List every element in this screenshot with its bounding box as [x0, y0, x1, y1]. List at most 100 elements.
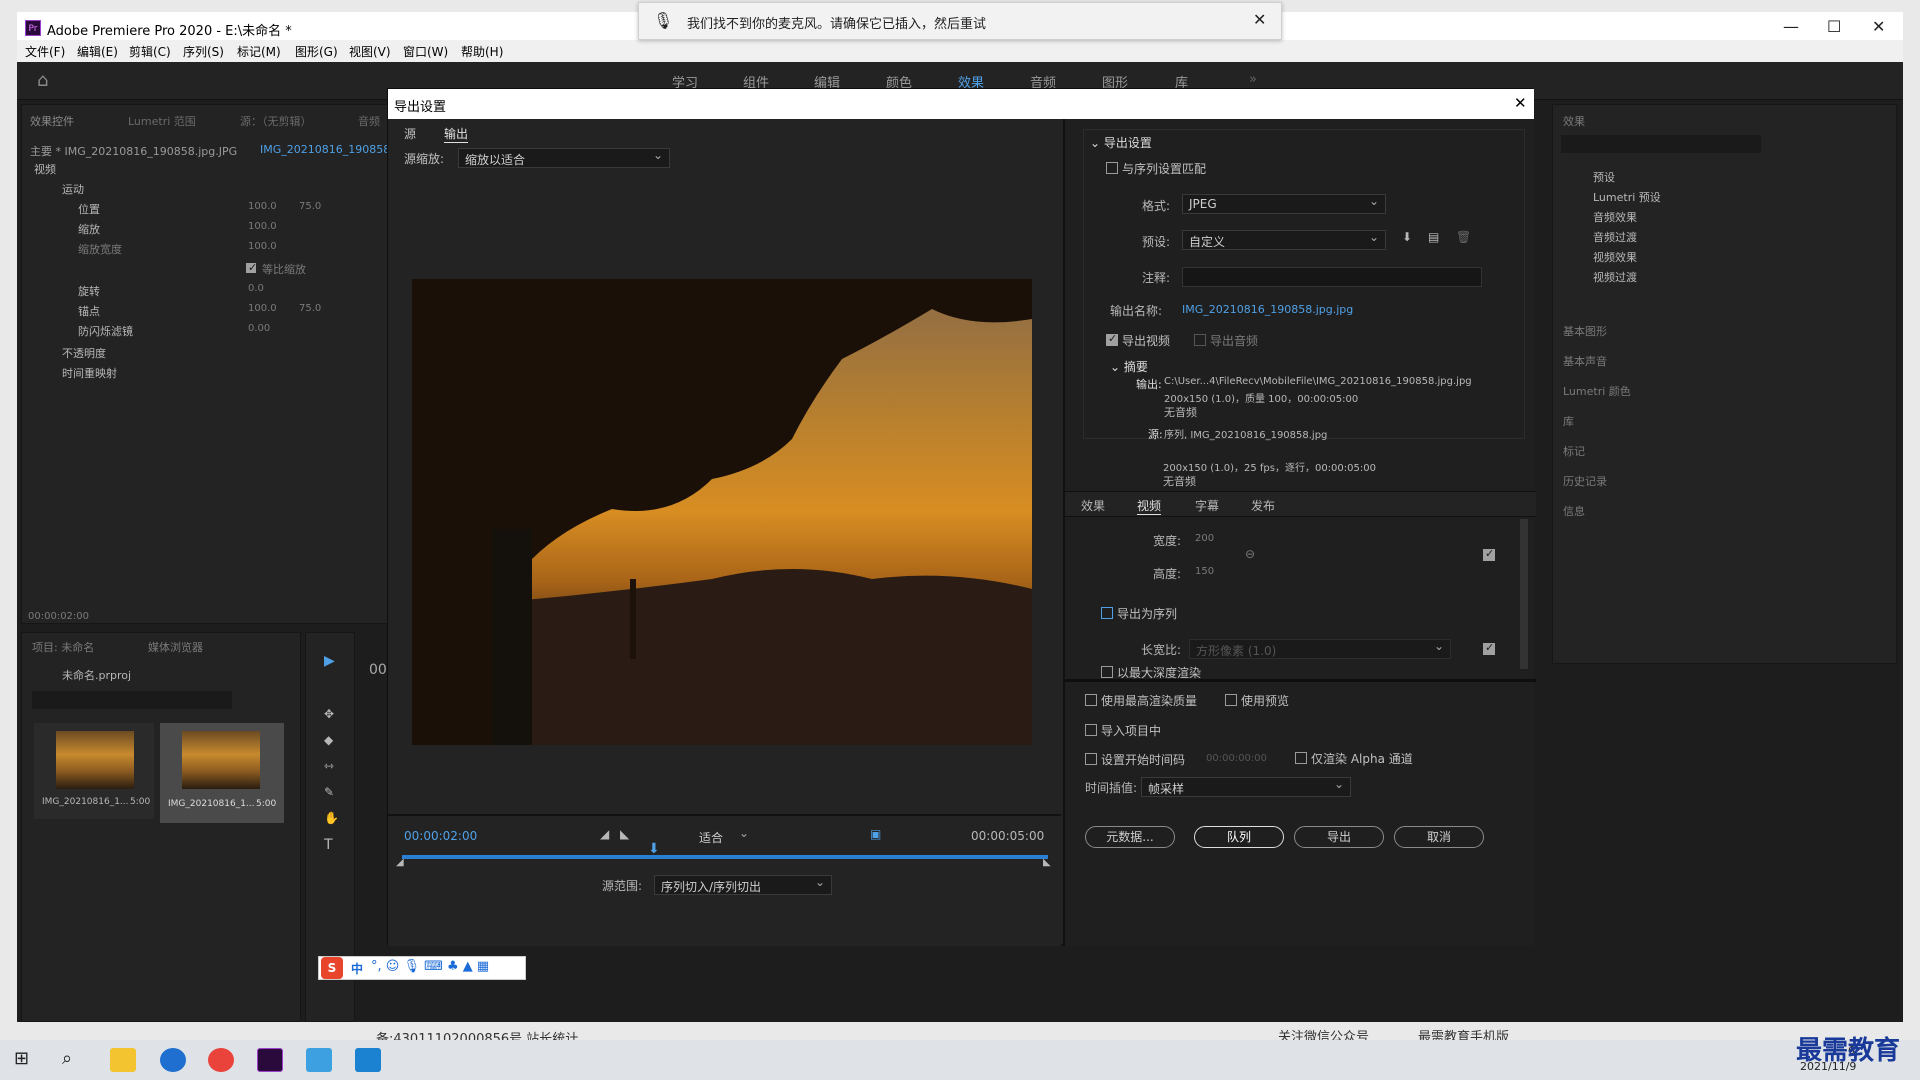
menu-help[interactable]: 帮助(H) — [461, 43, 503, 60]
settings-scrollbar[interactable] — [1520, 519, 1528, 669]
section-essential-graphics[interactable]: 基本图形 — [1563, 323, 1607, 339]
time-remap-label[interactable]: 时间重映射 — [62, 365, 117, 381]
notification-close-icon[interactable]: ✕ — [1253, 10, 1266, 29]
import-preset-icon[interactable]: ▤ — [1428, 230, 1439, 244]
max-quality-checkbox[interactable] — [1085, 694, 1097, 706]
output-name-link[interactable]: IMG_20210816_190858.jpg.jpg — [1182, 303, 1353, 316]
ime-mode-label[interactable]: 中 — [351, 960, 363, 977]
ws-more-icon[interactable]: » — [1249, 72, 1257, 87]
prop-anchor-x[interactable]: 100.0 — [248, 303, 277, 314]
section-history[interactable]: 历史记录 — [1563, 473, 1607, 489]
format-dropdown[interactable]: JPEG — [1182, 194, 1386, 214]
range-start-handle[interactable]: ◢ — [396, 857, 404, 868]
folder-audio-effects[interactable]: 音频效果 — [1593, 209, 1637, 225]
prop-antiflicker-value[interactable]: 0.00 — [248, 323, 270, 334]
motion-label[interactable]: 运动 — [62, 181, 84, 197]
playhead-icon[interactable]: ⬇ — [648, 841, 660, 857]
import-project-checkbox[interactable] — [1085, 724, 1097, 736]
ripple-tool-icon[interactable]: ✥ — [324, 707, 334, 721]
folder-lumetri-presets[interactable]: Lumetri 预设 — [1593, 189, 1661, 205]
section-lumetri-color[interactable]: Lumetri 颜色 — [1563, 383, 1631, 399]
opacity-label[interactable]: 不透明度 — [62, 345, 106, 361]
width-value[interactable]: 200 — [1195, 533, 1214, 544]
prop-scale-width-value[interactable]: 100.0 — [248, 241, 277, 252]
preset-dropdown[interactable]: 自定义 — [1182, 230, 1386, 250]
folder-video-transitions[interactable]: 视频过渡 — [1593, 269, 1637, 285]
section-info[interactable]: 信息 — [1563, 503, 1585, 519]
folder-video-effects[interactable]: 视频效果 — [1593, 249, 1637, 265]
folder-presets[interactable]: 预设 — [1593, 169, 1615, 185]
prop-rotation-value[interactable]: 0.0 — [248, 283, 264, 294]
dialog-close-icon[interactable]: ✕ — [1514, 94, 1527, 112]
metadata-button[interactable]: 元数据... — [1085, 826, 1175, 848]
type-tool-icon[interactable]: T — [324, 837, 333, 853]
range-end-handle[interactable]: ◣ — [1043, 857, 1051, 868]
maximize-icon[interactable]: ☐ — [1827, 17, 1841, 36]
interp-dropdown[interactable]: 帧采样 — [1141, 777, 1351, 797]
use-preview-checkbox[interactable] — [1225, 694, 1237, 706]
menu-edit[interactable]: 编辑(E) — [77, 43, 118, 60]
delete-preset-icon[interactable]: 🗑 — [1456, 230, 1471, 244]
prop-anchor-y[interactable]: 75.0 — [299, 303, 321, 314]
queue-button[interactable]: 队列 — [1194, 826, 1284, 848]
app-taskbar-icon[interactable] — [306, 1048, 332, 1072]
project-search-input[interactable] — [32, 691, 232, 709]
scrub-bar[interactable] — [402, 855, 1048, 859]
menu-sequence[interactable]: 序列(S) — [183, 43, 224, 60]
section-libraries[interactable]: 库 — [1563, 413, 1574, 429]
menu-graphics[interactable]: 图形(G) — [295, 43, 338, 60]
comment-input[interactable] — [1182, 267, 1482, 287]
pen-tool-icon[interactable]: ✎ — [324, 785, 334, 799]
selection-tool-icon[interactable]: ▶ — [324, 653, 335, 669]
menu-window[interactable]: 窗口(W) — [403, 43, 448, 60]
menu-view[interactable]: 视图(V) — [349, 43, 391, 60]
tab-video[interactable]: 视频 — [1137, 497, 1162, 515]
tab-project[interactable]: 项目: 未命名 — [32, 639, 94, 655]
max-depth-checkbox[interactable] — [1101, 666, 1113, 678]
set-in-point-icon[interactable]: ◢ — [600, 827, 609, 841]
export-settings-header[interactable]: ⌄ 导出设置 — [1090, 134, 1152, 151]
tab-source[interactable]: 源：（无剪辑） — [240, 113, 312, 129]
uniform-scale-checkbox[interactable] — [246, 261, 257, 274]
file-explorer-icon[interactable] — [110, 1048, 136, 1072]
tab-publish[interactable]: 发布 — [1251, 497, 1275, 514]
ime-tools-icon[interactable]: °, ☺ 🎙 ⌨ ♣ ▲ ▦ — [371, 959, 489, 974]
project-item[interactable]: IMG_20210816_1... 5:00 — [34, 723, 154, 819]
height-value[interactable]: 150 — [1195, 566, 1214, 577]
tab-audio[interactable]: 音频 — [358, 113, 380, 129]
section-essential-sound[interactable]: 基本声音 — [1563, 353, 1607, 369]
fit-dropdown[interactable]: 适合 — [693, 826, 755, 847]
tab-source[interactable]: 源 — [404, 125, 416, 142]
effects-search-input[interactable] — [1561, 135, 1761, 153]
edge-icon[interactable] — [160, 1048, 186, 1072]
tab-lumetri-scopes[interactable]: Lumetri 范围 — [128, 113, 196, 129]
aspect-toggle-icon[interactable]: ▣ — [870, 827, 881, 841]
set-out-point-icon[interactable]: ◣ — [620, 827, 629, 841]
export-as-sequence-checkbox[interactable] — [1101, 607, 1113, 619]
tab-effect-controls[interactable]: 效果控件 — [30, 113, 74, 129]
prop-scale-value[interactable]: 100.0 — [248, 221, 277, 232]
summary-header[interactable]: ⌄ 摘要 — [1110, 358, 1148, 375]
export-video-checkbox[interactable] — [1106, 332, 1118, 346]
tab-media-browser[interactable]: 媒体浏览器 — [148, 639, 203, 655]
set-start-tc-checkbox[interactable] — [1085, 753, 1097, 765]
menu-marker[interactable]: 标记(M) — [237, 43, 281, 60]
tab-effects[interactable]: 效果 — [1081, 497, 1105, 514]
slip-tool-icon[interactable]: ⇿ — [324, 759, 334, 773]
minimize-icon[interactable]: — — [1783, 17, 1799, 36]
menu-clip[interactable]: 剪辑(C) — [129, 43, 171, 60]
razor-tool-icon[interactable]: ◆ — [324, 733, 333, 747]
match-sequence-checkbox[interactable] — [1106, 162, 1118, 174]
close-icon[interactable]: ✕ — [1872, 17, 1885, 36]
premiere-taskbar-icon[interactable] — [257, 1048, 283, 1072]
chrome-icon[interactable] — [208, 1048, 234, 1072]
search-icon[interactable]: ⌕ — [62, 1048, 72, 1069]
source-scale-dropdown[interactable]: 缩放以适合 — [458, 148, 670, 168]
folder-audio-transitions[interactable]: 音频过渡 — [1593, 229, 1637, 245]
menu-file[interactable]: 文件(F) — [25, 43, 65, 60]
export-button[interactable]: 导出 — [1294, 826, 1384, 848]
export-audio-checkbox[interactable] — [1194, 334, 1206, 346]
aspect-match-checkbox[interactable] — [1483, 641, 1495, 655]
cancel-button[interactable]: 取消 — [1394, 826, 1484, 848]
tab-captions[interactable]: 字幕 — [1195, 497, 1219, 514]
